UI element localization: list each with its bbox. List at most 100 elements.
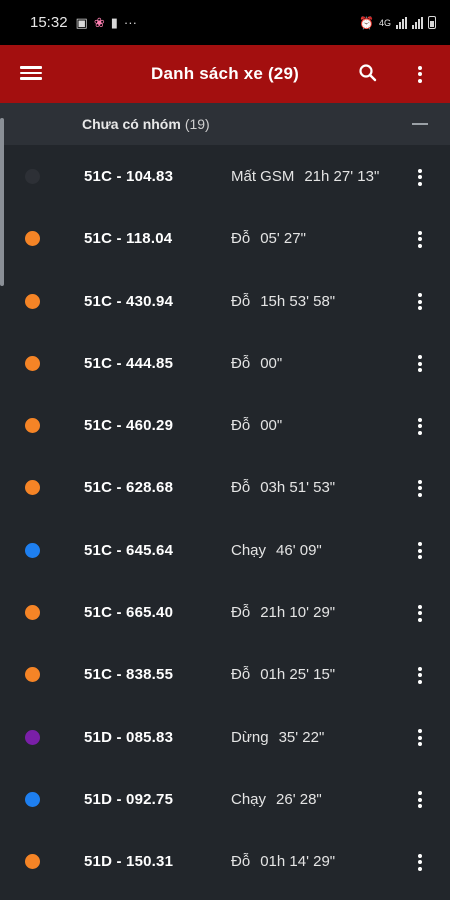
vehicle-row[interactable]: 51C - 645.64 Chạy 46' 09" [0, 519, 450, 581]
alarm-icon: ⏰ [359, 15, 374, 30]
vehicle-row[interactable]: 51C - 104.83 Mất GSM 21h 27' 13" [0, 145, 450, 207]
row-more-icon[interactable] [410, 166, 430, 188]
cell-signal-icon [412, 16, 423, 29]
status-dot [25, 729, 40, 745]
status-dot [25, 293, 40, 309]
status-duration: 35' 22" [278, 728, 325, 746]
group-name: Chưa có nhóm (19) [82, 116, 210, 132]
status-label: Chạy [231, 541, 267, 559]
data-4g-icon: 4G [378, 17, 391, 28]
status-dot [25, 480, 40, 496]
status-dot [25, 605, 40, 621]
row-more-icon[interactable] [410, 664, 430, 686]
status-duration: 05' 27" [260, 230, 306, 248]
status-bar: 15:32 ▣ ❀ ▮ ··· ⏰ 4G [0, 0, 450, 45]
vehicle-row[interactable]: 51C - 430.94 Đỗ 15h 53' 58" [0, 270, 450, 332]
row-more-icon[interactable] [410, 851, 430, 873]
status-duration: 21h 27' 13" [304, 168, 380, 185]
vehicle-plate: 51C - 665.40 [84, 604, 174, 622]
vehicle-plate: 51C - 444.85 [84, 354, 174, 372]
row-more-icon[interactable] [410, 789, 430, 811]
vehicle-status: Mất GSM 21h 27' 13" [231, 168, 379, 185]
status-dot [25, 355, 40, 371]
status-duration: 46' 09" [276, 541, 322, 559]
wifi-signal-icon [396, 16, 407, 29]
status-label: Đỗ [231, 354, 251, 372]
status-duration: 26' 28" [276, 790, 322, 808]
status-dot [25, 418, 40, 434]
vehicle-plate: 51C - 460.29 [84, 417, 174, 435]
vehicle-list: 51C - 104.83 Mất GSM 21h 27' 13" 51C - 118.… [0, 145, 450, 893]
vehicle-plate: 51C - 430.94 [84, 292, 174, 310]
status-duration: 00" [260, 417, 283, 435]
row-more-icon[interactable] [410, 540, 430, 562]
vehicle-row[interactable]: 51C - 444.85 Đỗ 00" [0, 332, 450, 394]
vehicle-plate: 51C - 118.04 [84, 230, 173, 248]
vehicle-plate: 51D - 085.83 [84, 728, 174, 746]
search-icon[interactable] [357, 62, 379, 84]
vehicle-plate: 51C - 645.64 [84, 541, 174, 559]
status-label: Mất GSM [231, 168, 295, 185]
collapse-icon[interactable] [412, 123, 428, 125]
row-more-icon[interactable] [410, 602, 430, 624]
status-duration: 01h 14' 29" [260, 853, 336, 871]
status-duration: 01h 25' 15" [260, 666, 336, 684]
vehicle-row[interactable]: 51C - 460.29 Đỗ 00" [0, 394, 450, 456]
row-more-icon[interactable] [410, 727, 430, 749]
status-label: Đỗ [231, 479, 251, 497]
status-label: Đỗ [231, 292, 251, 310]
vehicle-row[interactable]: 51D - 092.75 Chạy 26' 28" [0, 768, 450, 830]
status-duration: 00" [260, 354, 283, 372]
vehicle-status: Đỗ 03h 51' 53" [231, 479, 335, 496]
vehicle-row[interactable]: 51C - 838.55 Đỗ 01h 25' 15" [0, 643, 450, 705]
notification-badge-icon: ❀ [93, 14, 105, 30]
status-label: Đỗ [231, 853, 251, 871]
status-label: Dừng [231, 728, 269, 746]
group-header[interactable]: Chưa có nhóm (19) [0, 103, 450, 145]
status-label: Đỗ [231, 417, 251, 435]
group-count: (19) [184, 116, 210, 132]
more-dots-icon: ··· [123, 15, 137, 30]
status-label: Chạy [231, 790, 267, 808]
vehicle-status: Đỗ 00" [231, 355, 282, 372]
vehicle-status: Đỗ 00" [231, 417, 282, 434]
row-more-icon[interactable] [410, 228, 430, 250]
vehicle-status: Đỗ 01h 25' 15" [231, 666, 335, 683]
vehicle-status: Đỗ 21h 10' 29" [231, 604, 335, 621]
row-more-icon[interactable] [410, 291, 430, 313]
vehicle-status: Đỗ 05' 27" [231, 230, 306, 247]
vehicle-plate: 51C - 628.68 [84, 479, 174, 497]
status-dot [25, 854, 40, 870]
status-duration: 03h 51' 53" [260, 479, 336, 497]
vehicle-status: Chạy 46' 09" [231, 542, 322, 559]
row-more-icon[interactable] [410, 353, 430, 375]
more-options-icon[interactable] [410, 63, 430, 85]
image-icon: ▣ [75, 14, 88, 30]
status-dot [25, 169, 40, 184]
message-icon: ▮ [110, 14, 118, 30]
status-duration: 15h 53' 58" [260, 292, 336, 310]
vehicle-status: Dừng 35' 22" [231, 729, 324, 746]
vehicle-row[interactable]: 51C - 628.68 Đỗ 03h 51' 53" [0, 456, 450, 518]
vehicle-plate: 51C - 838.55 [84, 666, 174, 684]
vehicle-row[interactable]: 51D - 085.83 Dừng 35' 22" [0, 706, 450, 768]
vehicle-row[interactable]: 51C - 118.04 Đỗ 05' 27" [0, 207, 450, 269]
vehicle-plate: 51D - 150.31 [84, 853, 174, 871]
status-label: Đỗ [231, 230, 251, 248]
row-more-icon[interactable] [410, 477, 430, 499]
page-title: Danh sách xe (29) [151, 64, 299, 83]
status-label: Đỗ [231, 604, 251, 622]
vehicle-row[interactable]: 51C - 665.40 Đỗ 21h 10' 29" [0, 581, 450, 643]
vehicle-status: Đỗ 15h 53' 58" [231, 293, 335, 310]
status-right: ⏰ 4G [359, 16, 436, 30]
status-dot [25, 231, 40, 247]
row-more-icon[interactable] [410, 415, 430, 437]
vehicle-row[interactable]: 51D - 150.31 Đỗ 01h 14' 29" [0, 830, 450, 892]
status-time: 15:32 [30, 14, 68, 31]
status-dot [25, 542, 40, 558]
vehicle-status: Chạy 26' 28" [231, 791, 322, 808]
status-duration: 21h 10' 29" [260, 604, 336, 622]
vehicle-plate: 51C - 104.83 [84, 168, 174, 185]
battery-icon [428, 16, 436, 29]
app-bar: Danh sách xe (29) [0, 45, 450, 103]
